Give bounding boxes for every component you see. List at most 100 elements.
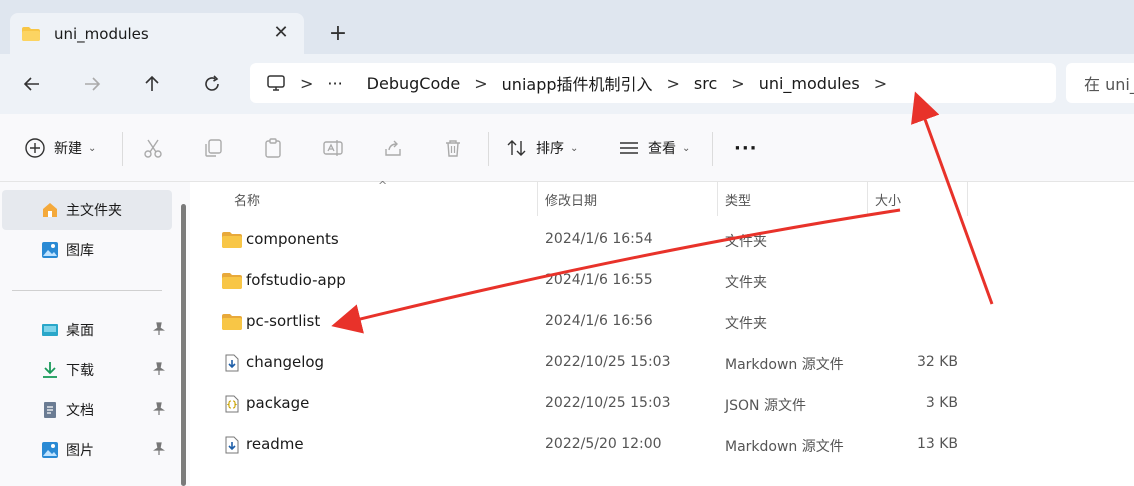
- forward-button[interactable]: [78, 70, 106, 98]
- tab-uni-modules[interactable]: uni_modules ✕: [10, 13, 304, 55]
- copy-button[interactable]: [202, 134, 224, 162]
- markdown-file-icon: [225, 354, 239, 372]
- pin-icon[interactable]: [152, 322, 166, 336]
- pin-icon[interactable]: [152, 402, 166, 416]
- column-divider[interactable]: [967, 182, 968, 216]
- column-divider[interactable]: [717, 182, 718, 216]
- trash-icon: [446, 140, 460, 157]
- breadcrumb-separator[interactable]: >: [474, 74, 487, 93]
- navigation-pane: 主文件夹 图库 桌面 下载 文档 图片: [0, 182, 178, 486]
- clipboard-icon: [265, 138, 281, 158]
- column-divider[interactable]: [537, 182, 538, 216]
- desktop-icon: [42, 324, 58, 336]
- breadcrumb-separator[interactable]: >: [300, 74, 313, 93]
- search-input[interactable]: 在 uni_modules 中搜索: [1066, 63, 1134, 103]
- file-size: 13 KB: [916, 436, 958, 452]
- sidebar-item-gallery[interactable]: 图库: [2, 230, 172, 270]
- paste-button[interactable]: [262, 134, 284, 162]
- rename-icon: [323, 140, 343, 156]
- breadcrumb-separator[interactable]: >: [874, 74, 887, 93]
- breadcrumb-more[interactable]: ···: [327, 74, 342, 93]
- new-label: 新建: [54, 141, 82, 157]
- sidebar-item-downloads[interactable]: 下载: [2, 350, 172, 390]
- column-header-type[interactable]: 类型: [725, 182, 751, 216]
- breadcrumb-uniapp[interactable]: uniapp插件机制引入: [502, 71, 653, 95]
- chevron-down-icon: ⌄: [88, 142, 97, 154]
- file-modified: 2022/5/20 12:00: [545, 436, 662, 452]
- pictures-icon: [42, 442, 58, 458]
- delete-button[interactable]: [442, 134, 464, 162]
- address-bar[interactable]: > ··· DebugCode > uniapp插件机制引入 > src > u…: [250, 63, 1056, 103]
- sidebar-item-pictures[interactable]: 图片: [2, 430, 172, 470]
- home-icon: [43, 203, 57, 217]
- pin-icon[interactable]: [152, 362, 166, 376]
- folder-icon: [222, 314, 242, 330]
- view-label: 查看: [648, 141, 676, 157]
- share-button[interactable]: [382, 134, 404, 162]
- file-row[interactable]: components 2024/1/6 16:54 文件夹: [192, 220, 1134, 261]
- column-header-modified[interactable]: 修改日期: [545, 182, 597, 216]
- back-button[interactable]: [18, 70, 46, 98]
- arrow-right-icon: [85, 77, 101, 91]
- divider: [712, 132, 713, 166]
- more-options-button[interactable]: ···: [734, 134, 758, 162]
- column-header-name[interactable]: 名称: [234, 182, 260, 216]
- sidebar-item-documents[interactable]: 文档: [2, 390, 172, 430]
- file-row[interactable]: readme 2022/5/20 12:00 Markdown 源文件 13 K…: [192, 425, 1134, 466]
- file-size: 3 KB: [925, 395, 958, 411]
- sort-button[interactable]: 排序 ⌄: [506, 134, 578, 162]
- breadcrumb-src[interactable]: src: [694, 74, 717, 93]
- file-size: 32 KB: [916, 354, 958, 370]
- gallery-icon: [42, 242, 58, 258]
- view-button[interactable]: 查看 ⌄: [618, 134, 690, 162]
- sidebar-item-label: 图库: [66, 243, 94, 259]
- refresh-button[interactable]: [198, 70, 226, 98]
- file-row[interactable]: fofstudio-app 2024/1/6 16:55 文件夹: [192, 261, 1134, 302]
- breadcrumb-separator[interactable]: >: [731, 74, 744, 93]
- file-name: package: [246, 394, 310, 412]
- refresh-icon: [205, 75, 219, 91]
- file-name: changelog: [246, 353, 325, 371]
- file-row[interactable]: package 2022/10/25 15:03 JSON 源文件 3 KB: [192, 384, 1134, 425]
- folder-icon: [222, 232, 242, 248]
- file-row[interactable]: changelog 2022/10/25 15:03 Markdown 源文件 …: [192, 343, 1134, 384]
- file-type: 文件夹: [725, 234, 767, 250]
- pin-icon[interactable]: [152, 442, 166, 456]
- file-type: Markdown 源文件: [725, 439, 844, 455]
- column-header-size[interactable]: 大小: [875, 182, 901, 216]
- file-modified: 2022/10/25 15:03: [545, 395, 671, 411]
- folder-icon: [22, 27, 40, 41]
- new-button[interactable]: 新建 ⌄: [24, 134, 96, 162]
- file-name: readme: [246, 435, 304, 453]
- copy-icon: [205, 139, 222, 157]
- file-modified: 2022/10/25 15:03: [545, 354, 671, 370]
- new-tab-button[interactable]: +: [326, 22, 350, 46]
- chevron-down-icon: ⌄: [570, 142, 579, 154]
- column-divider[interactable]: [867, 182, 868, 216]
- sort-label: 排序: [536, 141, 564, 157]
- json-file-icon: [225, 395, 239, 413]
- arrow-up-icon: [145, 75, 159, 91]
- sidebar-item-label: 下载: [66, 363, 94, 379]
- sort-icon: [507, 140, 526, 156]
- close-tab-icon[interactable]: ✕: [270, 22, 292, 44]
- file-type: 文件夹: [725, 275, 767, 291]
- sidebar-item-label: 主文件夹: [66, 203, 122, 219]
- up-button[interactable]: [138, 70, 166, 98]
- file-row[interactable]: pc-sortlist 2024/1/6 16:56 文件夹: [192, 302, 1134, 343]
- file-modified: 2024/1/6 16:56: [545, 313, 653, 329]
- breadcrumb-uni-modules[interactable]: uni_modules: [759, 74, 860, 93]
- breadcrumb-separator[interactable]: >: [667, 74, 680, 93]
- chevron-down-icon: ⌄: [682, 142, 691, 154]
- file-name: fofstudio-app: [246, 271, 346, 289]
- sidebar-item-desktop[interactable]: 桌面: [2, 310, 172, 350]
- document-icon: [44, 402, 56, 418]
- file-type: JSON 源文件: [725, 398, 806, 414]
- folder-icon: [222, 273, 242, 289]
- sidebar-scrollbar-thumb[interactable]: [181, 204, 186, 486]
- breadcrumb-debugcode[interactable]: DebugCode: [367, 74, 461, 93]
- cut-button[interactable]: [142, 134, 164, 162]
- rename-button[interactable]: [322, 134, 344, 162]
- sidebar-item-home[interactable]: 主文件夹: [2, 190, 172, 230]
- divider: [488, 132, 489, 166]
